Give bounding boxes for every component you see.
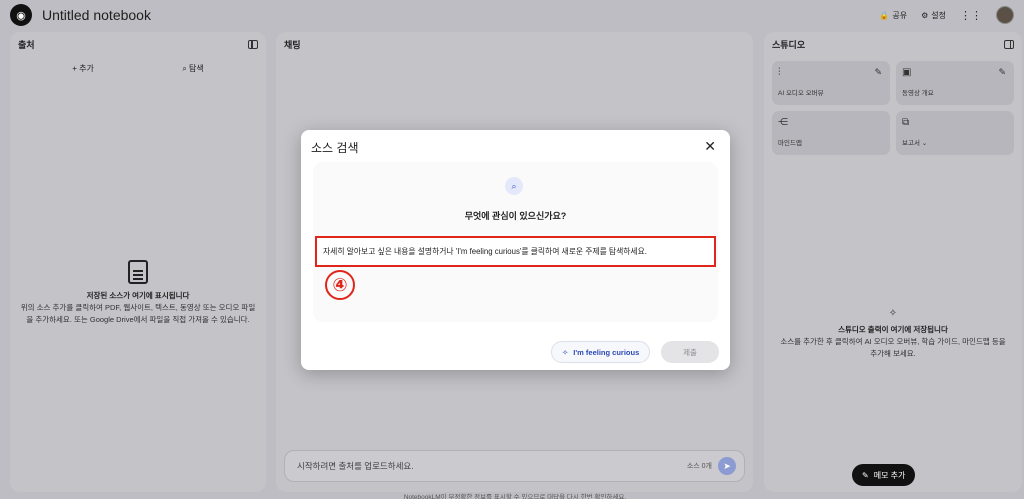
explore-source-label: 탐색: [189, 64, 204, 73]
add-source-label: 추가: [79, 64, 94, 73]
collapse-panel-icon[interactable]: [248, 40, 258, 49]
studio-card-audio-overview[interactable]: ⫶ ✎ AI 오디오 오버뷰: [772, 61, 890, 105]
gear-icon: ⚙: [921, 10, 929, 20]
studio-card-mindmap[interactable]: ⋲ 마인드맵: [772, 111, 890, 155]
studio-card-label: AI 오디오 오버뷰: [778, 90, 824, 97]
share-label: 공유: [892, 10, 908, 20]
studio-empty-title: 스튜디오 출력이 여기에 저장됩니다: [838, 325, 948, 334]
topic-input[interactable]: 자세히 알아보고 싶은 내용을 설명하거나 'I'm feeling curio…: [315, 236, 716, 267]
add-memo-button[interactable]: ✎ 메모 추가: [852, 464, 916, 486]
video-overview-icon: ▣: [902, 67, 912, 78]
settings-button[interactable]: ⚙ 설정: [921, 10, 946, 21]
document-icon: [128, 260, 148, 284]
send-button[interactable]: ➤: [718, 457, 736, 475]
sparkle-icon: ✧: [562, 347, 569, 357]
studio-card-label: 동영상 개요: [902, 90, 934, 97]
notebooklm-logo-icon[interactable]: ◉: [10, 4, 32, 26]
topic-input-placeholder: 자세히 알아보고 싶은 내용을 설명하거나 'I'm feeling curio…: [323, 247, 647, 256]
studio-card-label: 보고서 ⌄: [902, 137, 927, 147]
chat-input[interactable]: 시작하려면 출처를 업로드하세요. 소스 0개 ➤: [284, 450, 745, 482]
feeling-curious-button[interactable]: ✧ I'm feeling curious: [551, 341, 651, 363]
studio-empty-desc: 소스를 추가한 후 클릭하여 AI 오디오 오버뷰, 학습 가이드, 마인드맵 …: [780, 337, 1006, 358]
feeling-curious-label: I'm feeling curious: [573, 347, 640, 357]
settings-label: 설정: [931, 10, 946, 20]
sources-empty-state: 저장된 소스가 여기에 표시됩니다 위의 소스 추가를 클릭하여 PDF, 웹사…: [10, 260, 266, 326]
sources-header: 출처: [18, 40, 35, 50]
share-button[interactable]: 🔒 공유: [879, 10, 907, 21]
footer-disclaimer: NotebookLM이 부정확한 정보를 표시할 수 있으므로 대답을 다시 한…: [403, 494, 627, 499]
mindmap-icon: ⋲: [778, 117, 788, 128]
sources-empty-title: 저장된 소스가 여기에 표시됩니다: [86, 291, 190, 300]
studio-card-label: 마인드맵: [778, 140, 802, 147]
pencil-icon[interactable]: ✎: [874, 67, 882, 78]
top-bar: ◉ Untitled notebook 🔒 공유 ⚙ 설정 ⋮⋮: [0, 0, 1024, 30]
apps-grid-icon[interactable]: ⋮⋮: [960, 9, 982, 22]
sources-panel: 출처 + 추가 ⌕ 탐색 저장된 소스가 여기에 표시됩니다 위의 소스 추가를…: [10, 32, 266, 492]
dialog-question: 무엇에 관심이 있으신가요?: [464, 211, 567, 221]
sources-empty-desc: 위의 소스 추가를 클릭하여 PDF, 웹사이트, 텍스트, 동영상 또는 오디…: [20, 303, 256, 324]
collapse-studio-icon[interactable]: [1004, 40, 1014, 49]
lock-icon: 🔒: [879, 10, 890, 20]
notebook-title[interactable]: Untitled notebook: [42, 7, 151, 23]
studio-card-report[interactable]: ⧉ 보고서 ⌄: [896, 111, 1014, 155]
explore-source-button[interactable]: ⌕ 탐색: [182, 63, 203, 74]
submit-button[interactable]: 제출: [661, 341, 719, 363]
add-source-button[interactable]: + 추가: [72, 63, 94, 74]
chat-input-placeholder: 시작하려면 출처를 업로드하세요.: [297, 461, 414, 471]
audio-waveform-icon: ⫶: [778, 67, 781, 78]
step-marker: ④: [325, 270, 355, 300]
dialog-title: 소스 검색: [311, 141, 359, 155]
report-label: 보고서: [902, 140, 920, 147]
chevron-down-icon[interactable]: ⌄: [922, 140, 927, 147]
avatar[interactable]: [996, 6, 1014, 24]
pencil-icon[interactable]: ✎: [998, 67, 1006, 78]
pencil-note-icon: ✎: [862, 470, 869, 480]
source-count: 소스 0개: [686, 463, 712, 470]
search-spark-icon: ⌕: [182, 64, 190, 73]
close-icon[interactable]: ✕: [704, 138, 716, 155]
report-icon: ⧉: [902, 117, 910, 128]
studio-header: 스튜디오: [772, 40, 806, 50]
source-search-dialog: 소스 검색 ✕ ⌕ 무엇에 관심이 있으신가요? 자세히 알아보고 싶은 내용을…: [301, 130, 730, 370]
studio-card-video-overview[interactable]: ▣ ✎ 동영상 개요: [896, 61, 1014, 105]
magic-wand-icon: ✧: [888, 308, 898, 319]
studio-panel: 스튜디오 ⫶ ✎ AI 오디오 오버뷰 ▣ ✎ 동영상 개요 ⋲ 마인드맵 ⧉ …: [764, 32, 1022, 492]
chat-header: 채팅: [284, 40, 301, 50]
search-spark-icon: ⌕: [505, 177, 523, 195]
top-right-actions: 🔒 공유 ⚙ 설정 ⋮⋮: [879, 6, 1014, 24]
studio-empty-state: ✧ 스튜디오 출력이 여기에 저장됩니다 소스를 추가한 후 클릭하여 AI 오…: [764, 308, 1022, 360]
add-memo-label: 메모 추가: [873, 470, 906, 480]
